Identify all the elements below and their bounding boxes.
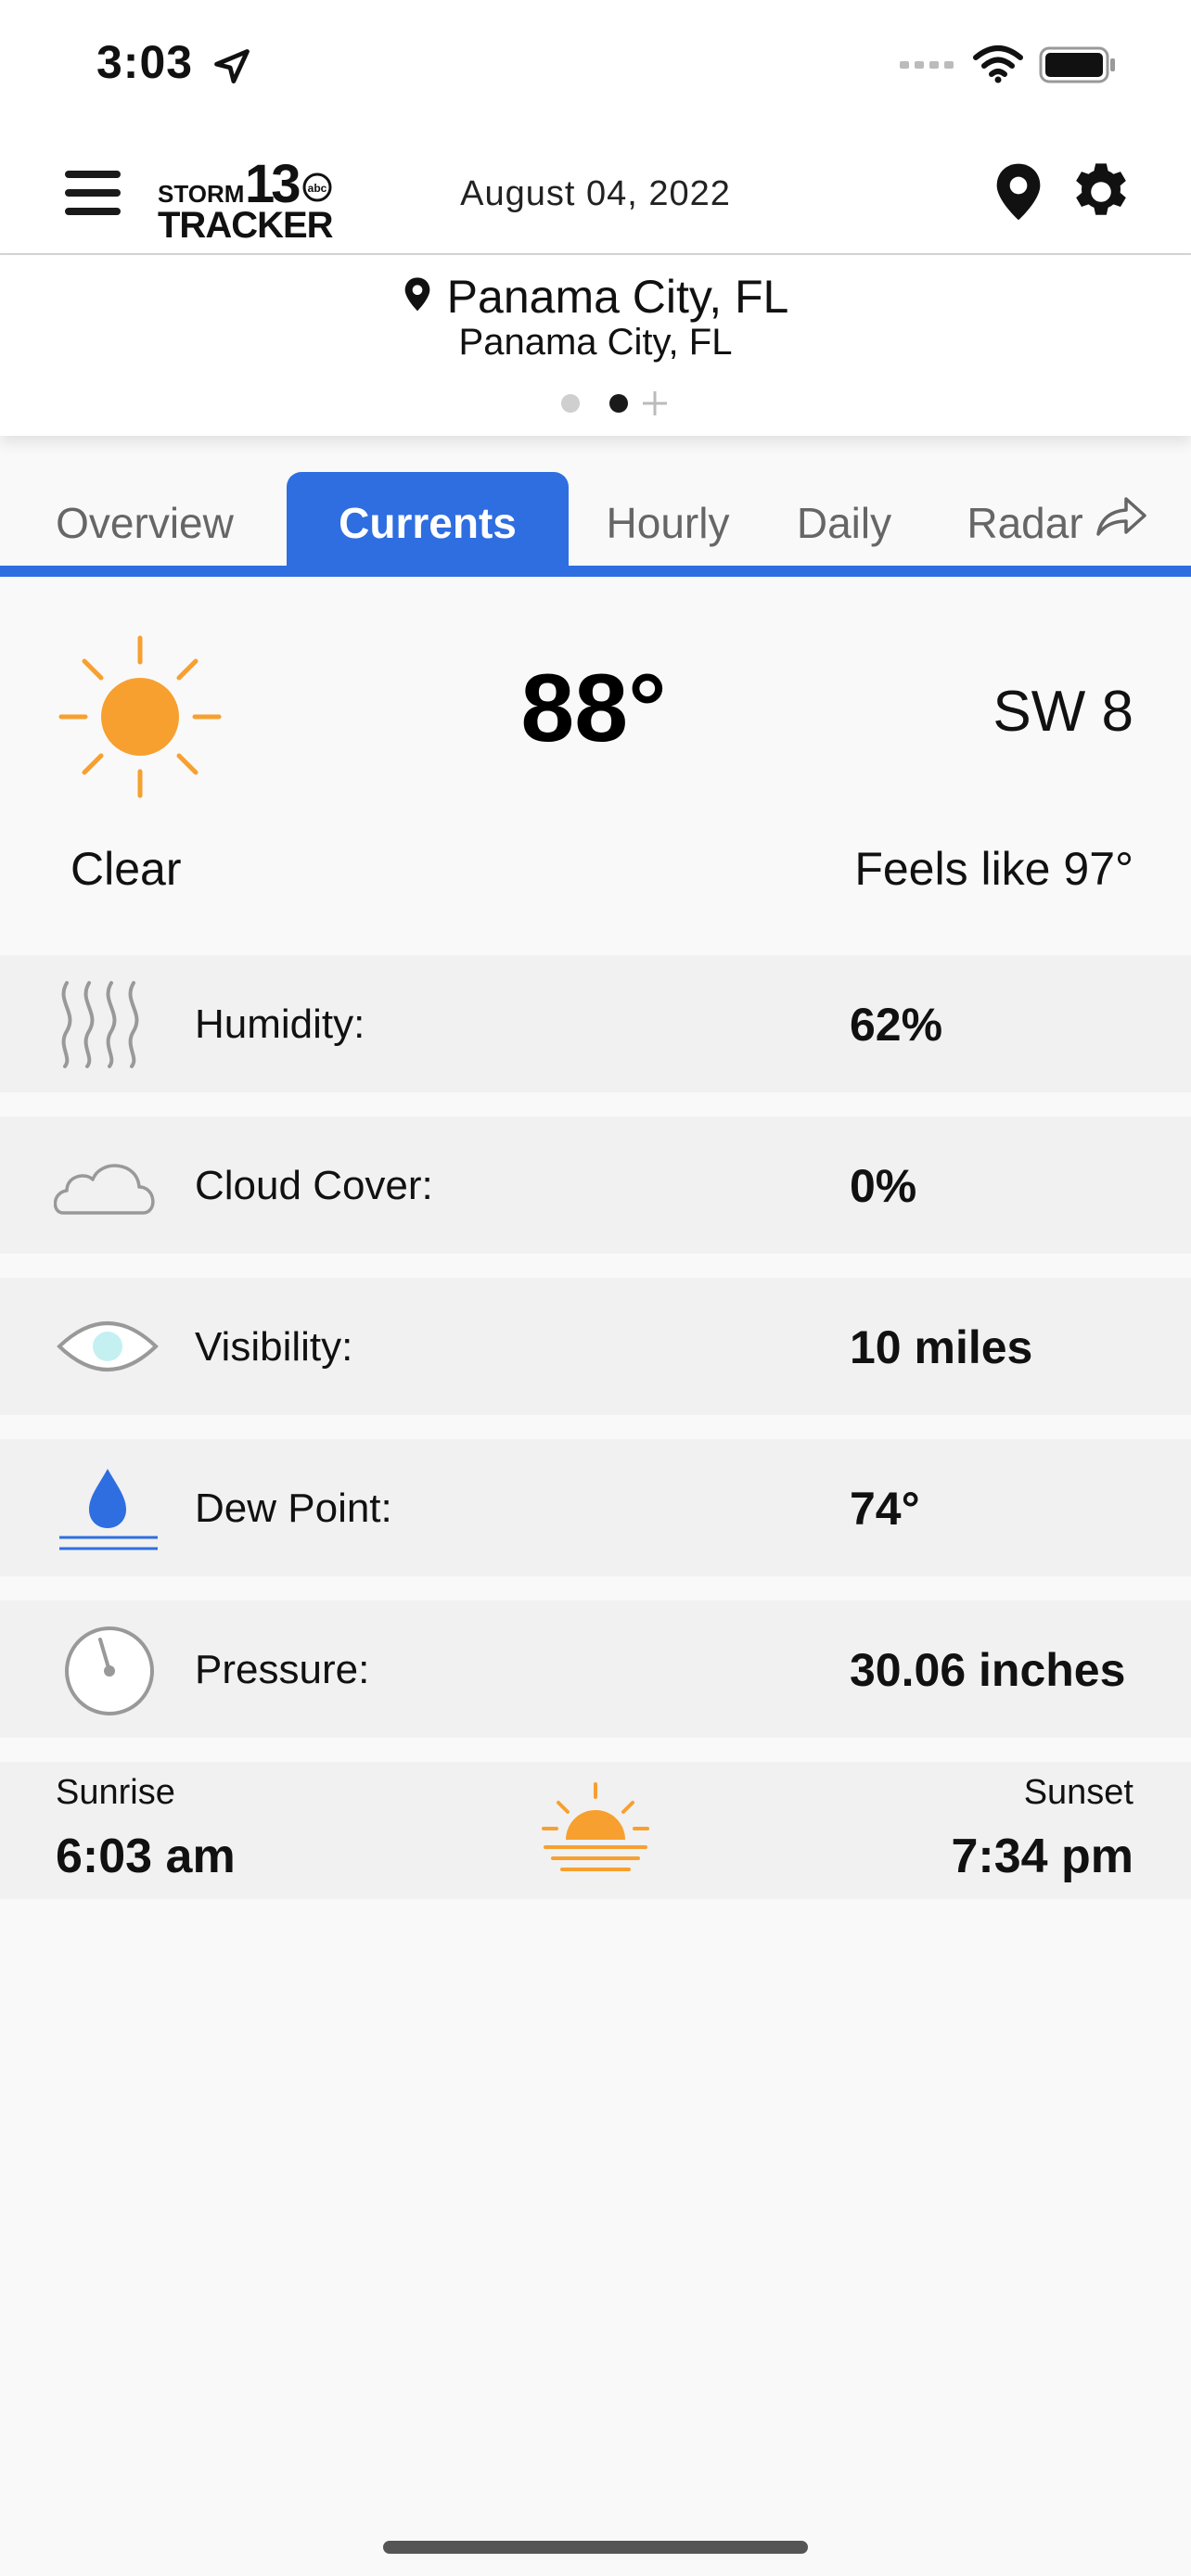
cloud-icon — [54, 1164, 155, 1215]
location-title: Panama City, FL — [0, 270, 1191, 324]
share-arrow-icon[interactable] — [1095, 493, 1148, 540]
location-name: Panama City, FL — [446, 271, 789, 323]
sunrise-label: Sunrise — [56, 1773, 175, 1812]
location-arrow-icon — [214, 49, 250, 83]
status-time: 3:03 — [96, 36, 194, 88]
detail-row-visibility: Visibility: 10 miles — [0, 1278, 1191, 1415]
condition-text: Clear — [70, 843, 182, 895]
page-dot-1[interactable] — [561, 394, 580, 413]
dew-point-value: 74° — [850, 1483, 920, 1535]
menu-button[interactable] — [63, 163, 122, 223]
humidity-value: 62% — [850, 999, 943, 1051]
tab-hourly[interactable]: Hourly — [594, 472, 742, 568]
tab-currents[interactable]: Currents — [287, 472, 569, 568]
app-header: STORM 13 abc TRACKER August 04, 2022 — [0, 139, 1191, 255]
tab-radar[interactable]: Radar — [955, 472, 1095, 568]
status-bar: 3:03 — [0, 0, 1191, 139]
visibility-value: 10 miles — [850, 1321, 1033, 1373]
wifi-icon — [973, 45, 1023, 83]
menu-icon-bar — [65, 208, 121, 215]
current-temperature: 88° — [520, 655, 667, 762]
menu-icon-bar — [65, 189, 121, 197]
sunrise-time: 6:03 am — [56, 1830, 236, 1883]
location-subtitle: Panama City, FL — [458, 322, 733, 363]
cloud-cover-label: Cloud Cover: — [195, 1163, 433, 1208]
logo-abc-text: abc — [308, 182, 327, 195]
tab-daily[interactable]: Daily — [770, 472, 918, 568]
header-date: August 04, 2022 — [460, 174, 731, 213]
location-pin-button[interactable] — [992, 161, 1044, 223]
tab-underline — [0, 566, 1191, 577]
location-pin-icon — [404, 277, 430, 312]
sun-icon — [58, 635, 222, 798]
menu-icon — [65, 171, 121, 178]
battery-icon — [1039, 46, 1115, 83]
visibility-label: Visibility: — [195, 1324, 353, 1370]
settings-gear-button[interactable] — [1069, 159, 1133, 224]
storm-tracker-logo: STORM 13 abc TRACKER — [158, 154, 335, 243]
home-indicator[interactable] — [383, 2541, 808, 2554]
cellular-signal-icon — [900, 61, 954, 69]
sunrise-sunset-row: Sunrise 6:03 am Sunset 7:34 pm — [0, 1762, 1191, 1899]
eye-icon — [57, 1321, 159, 1371]
sunset-label: Sunset — [1023, 1773, 1133, 1812]
location-card[interactable]: Panama City, FL Panama City, FL — [0, 255, 1191, 436]
humidity-icon — [61, 981, 139, 1068]
pressure-label: Pressure: — [195, 1647, 370, 1692]
detail-row-cloud-cover: Cloud Cover: 0% — [0, 1116, 1191, 1254]
sunset-time: 7:34 pm — [951, 1830, 1133, 1883]
humidity-label: Humidity: — [195, 1001, 365, 1047]
pressure-value: 30.06 inches — [850, 1644, 1126, 1696]
sunrise-sunset-icon — [542, 1782, 649, 1871]
wind-speed: SW 8 — [992, 680, 1133, 744]
page-dot-2[interactable] — [609, 394, 628, 413]
detail-row-pressure: Pressure: 30.06 inches — [0, 1600, 1191, 1738]
logo-tracker-text: TRACKER — [158, 205, 334, 243]
cloud-cover-value: 0% — [850, 1160, 917, 1212]
page-indicator[interactable] — [557, 383, 677, 420]
detail-row-humidity: Humidity: 62% — [0, 955, 1191, 1092]
detail-row-dew-point: Dew Point: 74° — [0, 1439, 1191, 1576]
feels-like-text: Feels like 97° — [854, 843, 1133, 895]
tab-overview[interactable]: Overview — [33, 472, 256, 568]
dew-drop-icon — [59, 1469, 158, 1550]
logo-storm-text: STORM — [158, 180, 244, 208]
dew-point-label: Dew Point: — [195, 1486, 392, 1531]
add-location-icon[interactable] — [638, 387, 672, 420]
tab-bar: Overview Currents Hourly Daily Radar — [0, 468, 1191, 575]
gauge-icon — [65, 1626, 154, 1715]
